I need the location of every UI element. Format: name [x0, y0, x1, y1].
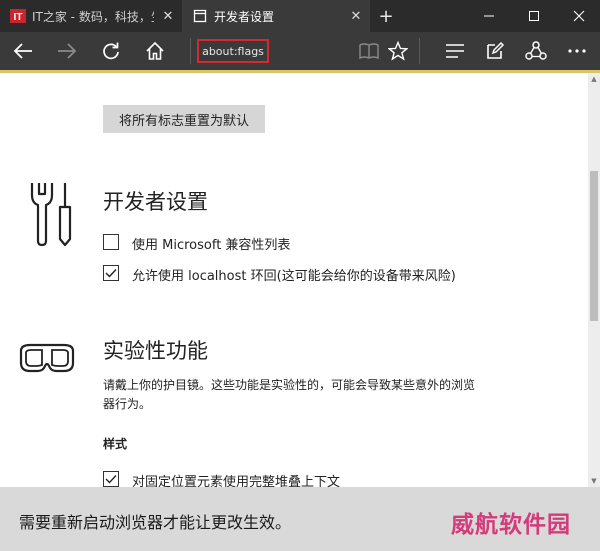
- checkbox-label: 对固定位置元素使用完整堆叠上下文: [132, 475, 341, 487]
- checkbox-label: 允许使用 localhost 环回(这可能会给你的设备带来风险): [132, 269, 456, 284]
- more-dots-icon: [568, 49, 586, 53]
- styles-subheading: 样式: [103, 437, 128, 451]
- refresh-icon: [103, 42, 119, 60]
- hub-button[interactable]: [436, 32, 474, 70]
- scroll-up-icon[interactable]: ▲: [588, 73, 600, 85]
- favicon-text: IT: [14, 12, 23, 23]
- home-icon: [146, 41, 164, 60]
- tab-title: 开发者设置: [214, 9, 275, 24]
- star-icon: [388, 41, 408, 61]
- close-window-button[interactable]: [558, 0, 600, 32]
- developer-tools-icon: [30, 183, 72, 247]
- minimize-button[interactable]: [468, 0, 510, 32]
- refresh-button[interactable]: [92, 32, 130, 70]
- toolbar-divider: [419, 38, 420, 64]
- checkmark-icon: [105, 475, 117, 484]
- experimental-description: 请戴上你的护目镜。这些功能是实验性的，可能会导致某些意外的浏览器行为。: [103, 378, 476, 411]
- share-button[interactable]: [517, 32, 555, 70]
- close-tab-icon[interactable]: ✕: [342, 9, 370, 24]
- microsoft-compat-list-checkbox[interactable]: [103, 234, 119, 250]
- goggles-icon: [19, 343, 75, 373]
- more-button[interactable]: [558, 32, 596, 70]
- tab-developer-settings[interactable]: 开发者设置 ✕: [182, 0, 370, 32]
- watermark: 威航软件园: [451, 512, 571, 538]
- web-note-button[interactable]: [476, 32, 514, 70]
- page-icon: [192, 8, 208, 24]
- checkmark-icon: [105, 269, 117, 278]
- share-icon: [525, 41, 547, 60]
- hub-lines-icon: [446, 44, 464, 58]
- restart-notification-bar: 需要重新启动浏览器才能让更改生效。 威航软件园: [0, 487, 600, 551]
- back-arrow-icon: [13, 43, 32, 59]
- minimize-icon: [484, 15, 494, 17]
- title-bar: IT IT之家 - 数码，科技，生活 - ✕ 开发者设置 ✕ +: [0, 0, 600, 32]
- toolbar-divider: [190, 38, 191, 64]
- ithome-favicon: IT: [10, 8, 26, 24]
- flags-page: 将所有标志重置为默认 开发者设置 使用 Microsoft 兼容性列表 允许使用…: [0, 73, 588, 487]
- experimental-features-heading: 实验性功能: [103, 339, 208, 363]
- web-note-icon: [487, 41, 505, 59]
- maximize-button[interactable]: [513, 0, 555, 32]
- restart-notice-text: 需要重新启动浏览器才能让更改生效。: [19, 513, 292, 532]
- forward-arrow-icon: [58, 43, 77, 59]
- back-button[interactable]: [4, 32, 42, 70]
- maximize-icon: [529, 11, 539, 21]
- checkbox-label: 使用 Microsoft 兼容性列表: [132, 238, 291, 253]
- close-tab-icon[interactable]: ✕: [154, 9, 182, 24]
- developer-settings-heading: 开发者设置: [103, 190, 208, 214]
- new-tab-button[interactable]: +: [372, 0, 400, 32]
- close-icon: [573, 10, 585, 22]
- home-button[interactable]: [136, 32, 174, 70]
- scroll-down-icon[interactable]: ▼: [588, 475, 600, 487]
- book-icon: [359, 43, 379, 60]
- tab-ithome[interactable]: IT IT之家 - 数码，科技，生活 - ✕: [0, 0, 182, 32]
- localhost-loopback-checkbox[interactable]: [103, 265, 119, 281]
- scrollbar-thumb[interactable]: [590, 171, 598, 321]
- address-bar[interactable]: about:flags: [197, 39, 269, 63]
- forward-button[interactable]: [48, 32, 86, 70]
- favorite-button[interactable]: [379, 32, 417, 70]
- full-stacking-context-checkbox[interactable]: [103, 471, 119, 487]
- navigation-toolbar: about:flags: [0, 32, 600, 70]
- vertical-scrollbar[interactable]: ▲ ▼: [588, 73, 600, 487]
- tab-title: IT之家 - 数码，科技，生活 -: [32, 9, 154, 24]
- reset-flags-button[interactable]: 将所有标志重置为默认: [103, 105, 265, 133]
